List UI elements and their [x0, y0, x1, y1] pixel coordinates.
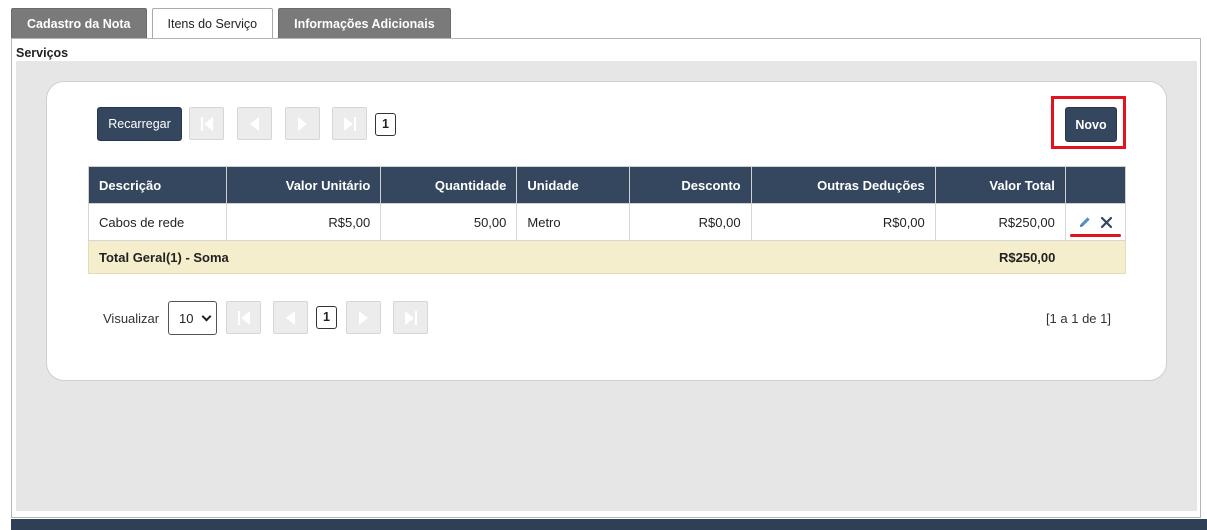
delete-icon[interactable] — [1100, 216, 1113, 229]
next-page-icon — [359, 310, 368, 325]
edit-icon[interactable] — [1078, 215, 1092, 229]
services-panel: Serviços Recarregar 1 Novo Descrição Val… — [11, 38, 1201, 518]
page-size-value: 10 — [179, 310, 194, 326]
chevron-down-icon — [201, 311, 212, 321]
table-row[interactable]: Cabos de rede R$5,00 50,00 Metro R$0,00 … — [87, 203, 1127, 241]
services-card: Recarregar 1 Novo Descrição Valor Unitár… — [46, 81, 1167, 381]
last-page-icon — [343, 116, 356, 131]
col-descricao[interactable]: Descrição — [87, 166, 228, 204]
footer-first-page-button[interactable] — [226, 301, 261, 334]
total-row: Total Geral(1) - Soma R$250,00 — [88, 240, 1127, 274]
col-desconto[interactable]: Desconto — [629, 166, 752, 204]
cell-descricao: Cabos de rede — [87, 203, 228, 241]
tab-itens-do-servico[interactable]: Itens do Serviço — [151, 8, 274, 39]
total-label: Total Geral(1) - Soma — [88, 240, 936, 274]
tab-bar: Cadastro da Nota Itens do Serviço Inform… — [11, 8, 456, 39]
cell-valor-unitario: R$5,00 — [226, 203, 382, 241]
cell-unidade: Metro — [516, 203, 631, 241]
services-table: Descrição Valor Unitário Quantidade Unid… — [87, 166, 1127, 274]
view-label: Visualizar — [103, 311, 160, 326]
page: Cadastro da Nota Itens do Serviço Inform… — [0, 0, 1207, 530]
prev-page-icon — [286, 310, 295, 325]
col-outras-deducoes[interactable]: Outras Deduções — [750, 166, 936, 204]
total-empty-cell — [1065, 240, 1127, 274]
col-actions — [1064, 166, 1127, 204]
next-page-icon — [298, 116, 307, 131]
first-page-icon — [200, 116, 213, 131]
col-quantidade[interactable]: Quantidade — [380, 166, 518, 204]
prev-page-button[interactable] — [237, 107, 272, 140]
first-page-icon — [237, 310, 250, 325]
col-valor-total[interactable]: Valor Total — [934, 166, 1066, 204]
current-page-top[interactable]: 1 — [375, 113, 396, 136]
section-title: Serviços — [16, 46, 69, 60]
col-valor-unitario[interactable]: Valor Unitário — [226, 166, 382, 204]
cell-valor-total: R$250,00 — [934, 203, 1066, 241]
tab-informacoes-adicionais[interactable]: Informações Adicionais — [278, 8, 451, 38]
cell-actions — [1064, 203, 1127, 241]
cell-quantidade: 50,00 — [380, 203, 518, 241]
last-page-icon — [404, 310, 417, 325]
tab-cadastro-da-nota[interactable]: Cadastro da Nota — [11, 8, 147, 38]
page-size-select[interactable]: 10 — [168, 301, 217, 335]
table-header-row: Descrição Valor Unitário Quantidade Unid… — [87, 166, 1127, 204]
record-range: [1 a 1 de 1] — [1045, 311, 1111, 326]
prev-page-icon — [250, 116, 259, 131]
panel-body: Recarregar 1 Novo Descrição Valor Unitár… — [16, 61, 1197, 511]
total-value: R$250,00 — [935, 240, 1066, 274]
bottom-bar — [11, 519, 1207, 530]
cell-desconto: R$0,00 — [629, 203, 752, 241]
footer-next-page-button[interactable] — [346, 301, 381, 334]
cell-outras-deducoes: R$0,00 — [750, 203, 936, 241]
new-button[interactable]: Novo — [1065, 107, 1117, 142]
actions-highlight-underline — [1069, 234, 1121, 237]
footer-last-page-button[interactable] — [393, 301, 428, 334]
footer-prev-page-button[interactable] — [273, 301, 308, 334]
footer-current-page[interactable]: 1 — [316, 306, 337, 329]
next-page-button[interactable] — [285, 107, 320, 140]
first-page-button[interactable] — [189, 107, 224, 140]
col-unidade[interactable]: Unidade — [516, 166, 631, 204]
last-page-button[interactable] — [332, 107, 367, 140]
reload-button[interactable]: Recarregar — [97, 107, 182, 141]
